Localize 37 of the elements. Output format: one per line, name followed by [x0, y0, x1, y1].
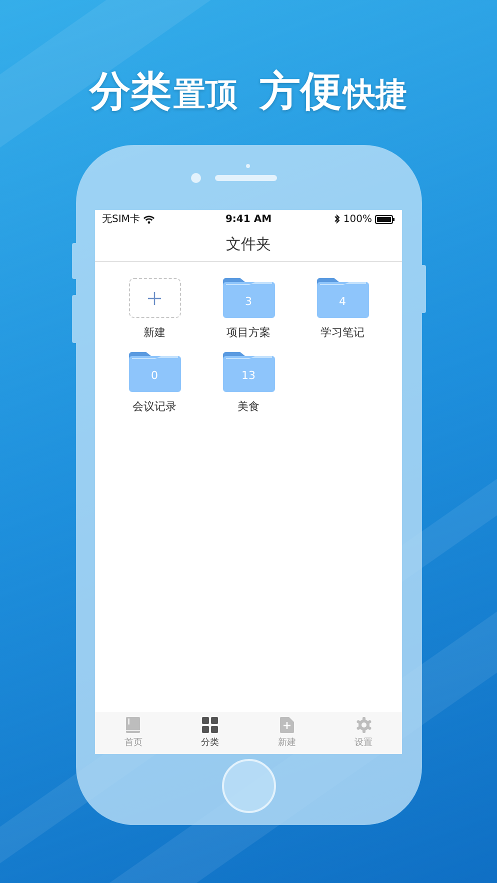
headline-text: 方便	[260, 66, 342, 117]
folder-label: 会议记录	[132, 399, 176, 414]
folder-count: 0	[151, 368, 158, 382]
carrier-text: 无SIM卡	[102, 212, 140, 226]
camera-dot	[246, 164, 250, 168]
tab-item[interactable]: 新建	[248, 712, 326, 754]
sensor-dot	[190, 172, 200, 182]
headline-text: 分类	[90, 66, 172, 117]
folder-icon[interactable]: 0	[128, 352, 180, 392]
folder-count: 4	[339, 294, 346, 308]
speaker-slot	[214, 174, 276, 180]
battery-icon	[375, 214, 395, 224]
battery-text: 100%	[343, 214, 372, 224]
folder-icon[interactable]: 3	[222, 278, 274, 318]
folder-icon[interactable]: 4	[316, 278, 368, 318]
grid-icon	[202, 717, 218, 733]
folder-count: 3	[245, 294, 252, 308]
book-icon	[125, 717, 142, 733]
wifi-icon	[142, 214, 155, 224]
settings-icon	[356, 717, 372, 733]
headline-text: 置顶	[174, 74, 238, 115]
folder-label: 学习笔记	[320, 325, 364, 340]
bluetooth-icon	[334, 214, 340, 224]
time-text: 9:41 AM	[225, 214, 272, 224]
add-document-icon	[280, 717, 294, 733]
tab-item[interactable]: 分类	[172, 712, 248, 754]
headline-text: 快捷	[344, 74, 408, 115]
nav-title: 文件夹	[226, 235, 271, 254]
folder-icon[interactable]: 13	[222, 352, 274, 392]
tab-item[interactable]: 设置	[325, 712, 402, 754]
new-folder-button[interactable]	[128, 278, 180, 318]
folder-label: 项目方案	[226, 325, 270, 340]
folder-label: 美食	[238, 399, 260, 414]
plus-icon	[148, 292, 161, 304]
folder-label: 新建	[144, 325, 166, 340]
tab-item[interactable]: 首页	[95, 712, 172, 754]
folder-count: 13	[242, 368, 256, 382]
